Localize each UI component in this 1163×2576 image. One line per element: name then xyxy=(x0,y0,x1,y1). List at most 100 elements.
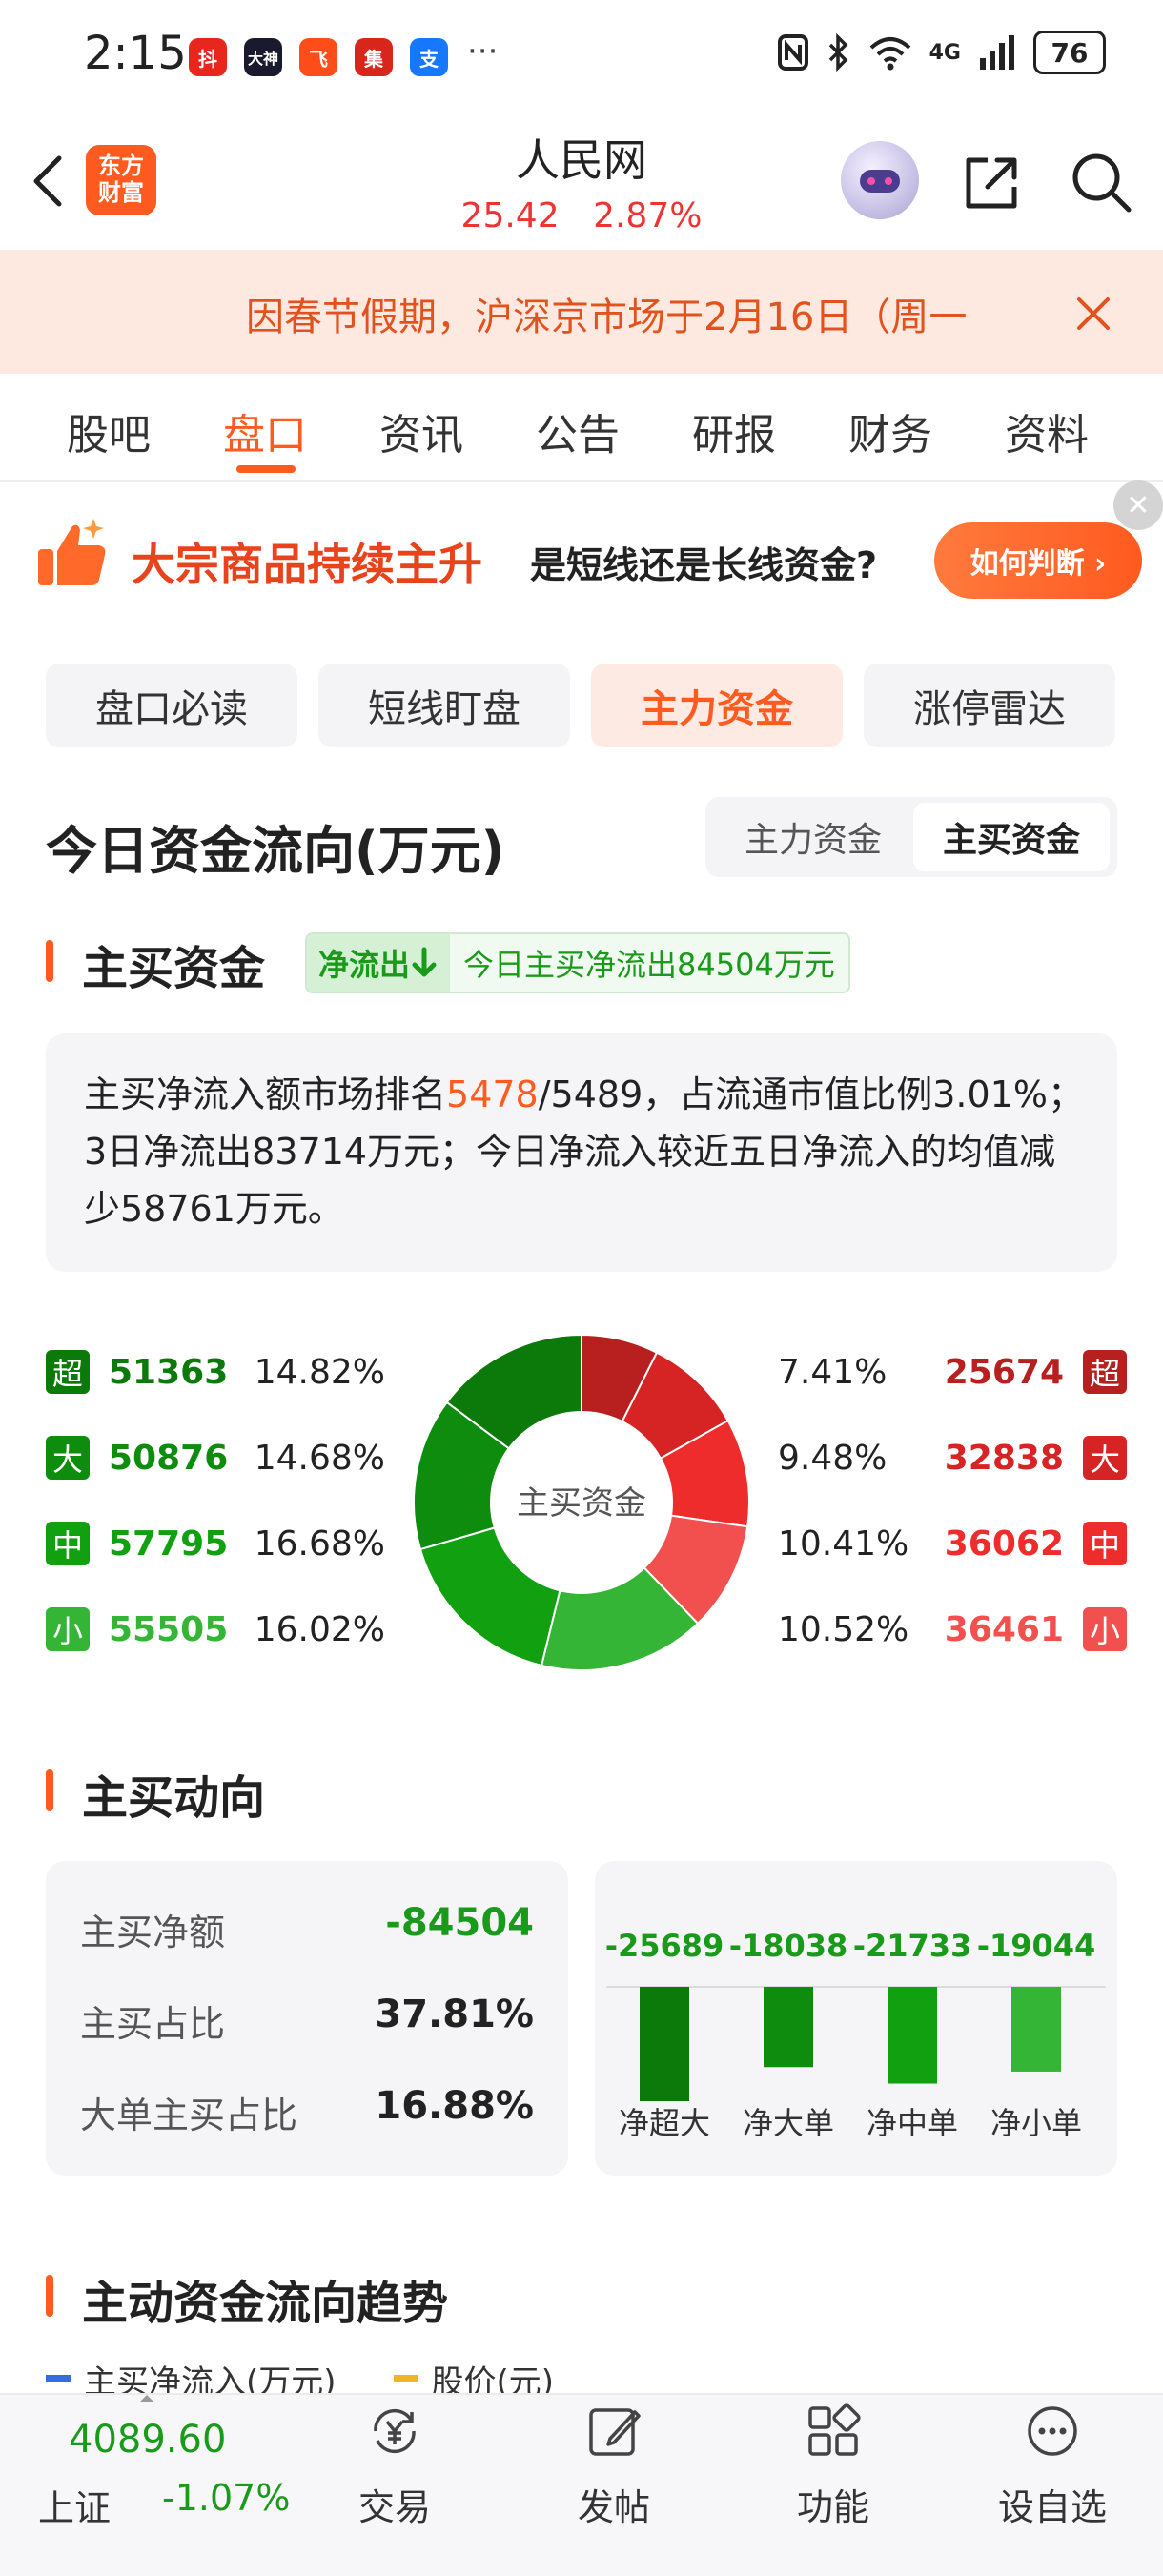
tab-research[interactable]: 研报 xyxy=(692,400,776,461)
order-size-badge: 大 xyxy=(1083,1436,1127,1480)
nav-trade[interactable]: 交易 xyxy=(318,2402,471,2530)
stat-value: 16.88% xyxy=(375,2084,534,2128)
order-size-badge: 超 xyxy=(46,1350,90,1394)
nav-post[interactable]: 发帖 xyxy=(538,2402,690,2530)
outflow-legend-row: 小 55505 16.02% xyxy=(46,1605,385,1653)
tab-indicator xyxy=(236,465,296,473)
bar-category-label: 净超大 xyxy=(619,2105,710,2141)
inflow-legend-row: 7.41% 25674 超 xyxy=(778,1348,1127,1396)
caret-up-icon xyxy=(139,2395,154,2402)
nav-add-watchlist[interactable]: 设自选 xyxy=(976,2402,1129,2530)
section-marker xyxy=(46,940,53,982)
section-marker xyxy=(46,2275,53,2317)
robot-assistant-icon[interactable] xyxy=(841,141,919,219)
battery-icon: 76 xyxy=(1033,31,1106,74)
bar-category-label: 净大单 xyxy=(743,2105,834,2141)
stat-value: 37.81% xyxy=(375,1993,534,2036)
flow-amount: 25674 xyxy=(944,1352,1064,1392)
inflow-legend-row: 10.52% 36461 小 xyxy=(778,1605,1127,1653)
bar-value-label: -21733 xyxy=(853,1928,972,1964)
net-flow-bar xyxy=(764,1987,813,2068)
toggle-main-buy-funds[interactable]: 主买资金 xyxy=(913,803,1110,871)
ad-cta-button[interactable]: 如何判断 › xyxy=(934,522,1142,599)
share-icon[interactable] xyxy=(961,153,1022,214)
outflow-legend-row: 超 51363 14.82% xyxy=(46,1348,385,1396)
net-outflow-badge: 净流出 今日主买净流出84504万元 xyxy=(305,932,850,993)
tab-announcements[interactable]: 公告 xyxy=(536,400,620,461)
tab-news[interactable]: 资讯 xyxy=(379,400,463,461)
stock-change-pct: 2.87% xyxy=(593,196,703,235)
order-size-badge: 中 xyxy=(46,1522,90,1565)
status-app-icon: 大神 xyxy=(244,38,282,76)
legend-swatch-blue xyxy=(46,2375,71,2382)
status-time: 2:15 xyxy=(84,27,187,80)
subtab-short-term[interactable]: 短线盯盘 xyxy=(318,664,570,747)
bar-value-label: -25689 xyxy=(605,1928,724,1964)
ad-subtitle: 是短线还是长线资金? xyxy=(530,544,878,586)
order-size-badge: 小 xyxy=(46,1607,90,1651)
index-name[interactable]: 上证 xyxy=(38,2479,111,2531)
flow-percent: 16.02% xyxy=(254,1609,385,1649)
flow-percent: 10.41% xyxy=(778,1523,909,1564)
subtab-must-read[interactable]: 盘口必读 xyxy=(46,664,297,747)
close-icon[interactable] xyxy=(1071,292,1115,336)
bluetooth-icon xyxy=(828,33,848,72)
flow-amount: 57795 xyxy=(109,1523,229,1564)
section-marker xyxy=(46,1769,53,1811)
status-right: 4G 76 xyxy=(777,31,1106,74)
notice-text: 因春节假期，沪深京市场于2月16日（周一 xyxy=(246,296,968,339)
index-change[interactable]: -1.07% xyxy=(162,2477,290,2519)
flow-percent: 14.68% xyxy=(254,1438,385,1478)
subtab-limit-up-radar[interactable]: 涨停雷达 xyxy=(864,664,1115,747)
status-app-icon: 集 xyxy=(355,38,393,76)
thumbs-up-icon xyxy=(38,519,106,585)
tab-finance[interactable]: 财务 xyxy=(848,400,932,461)
tab-profile[interactable]: 资料 xyxy=(1005,400,1089,461)
tab-guba[interactable]: 股吧 xyxy=(67,400,151,461)
net-flow-bar xyxy=(1011,1987,1061,2072)
net-outflow-text: 今日主买净流出84504万元 xyxy=(450,934,848,992)
order-size-badge: 超 xyxy=(1083,1350,1127,1394)
summary-part: 主买净流入额市场排名 xyxy=(84,1073,447,1115)
flow-percent: 16.68% xyxy=(254,1523,385,1564)
outflow-legend-row: 中 57795 16.68% xyxy=(46,1520,385,1567)
stat-label: 主买占比 xyxy=(80,2003,226,2045)
status-app-icon: 支 xyxy=(410,38,448,76)
inflow-legend-row: 9.48% 32838 大 xyxy=(778,1434,1127,1482)
ad-title: 大宗商品持续主升 xyxy=(132,539,482,590)
bar-value-label: -19044 xyxy=(977,1928,1096,1964)
inflow-legend-row: 10.41% 36062 中 xyxy=(778,1520,1127,1567)
tab-pankou[interactable]: 盘口 xyxy=(223,400,307,461)
status-app-icon: 飞 xyxy=(299,38,337,76)
flow-amount: 50876 xyxy=(109,1438,229,1478)
subtab-main-funds[interactable]: 主力资金 xyxy=(591,664,843,747)
ad-close-icon[interactable]: ✕ xyxy=(1113,480,1163,530)
yen-exchange-icon xyxy=(374,2408,416,2454)
nav-label: 交易 xyxy=(357,2486,431,2528)
wifi-icon xyxy=(869,37,910,71)
stat-label: 主买净额 xyxy=(80,1912,226,1953)
flow-amount: 36461 xyxy=(944,1609,1064,1649)
index-value[interactable]: 4089.60 xyxy=(69,2418,226,2462)
nav-label: 发帖 xyxy=(577,2486,650,2528)
grid-icon xyxy=(808,2403,861,2456)
signal-icon xyxy=(980,35,1014,70)
search-icon[interactable] xyxy=(1070,151,1132,214)
net-outflow-tag: 净流出 xyxy=(307,934,451,992)
status-app-icon: 抖 xyxy=(189,38,227,76)
net-flow-bar xyxy=(640,1987,689,2101)
main-buy-donut-chart: 主买资金 xyxy=(413,1333,750,1671)
order-size-badge: 大 xyxy=(46,1436,90,1480)
order-size-badge: 中 xyxy=(1083,1522,1127,1565)
legend-label: 主买净流入(万元) xyxy=(84,2364,337,2393)
trend2-heading: 主动资金流向趋势 xyxy=(82,2277,449,2330)
more-circle-icon xyxy=(1028,2406,1077,2456)
network-type: 4G xyxy=(928,40,961,65)
nav-functions[interactable]: 功能 xyxy=(757,2402,909,2530)
trend2-legend: 主买净流入(万元) 股价(元) xyxy=(46,2364,554,2393)
status-bar: 2:15 抖 大神 飞 集 支 ··· 4G 76 xyxy=(0,0,1163,114)
toggle-main-funds[interactable]: 主力资金 xyxy=(715,803,911,871)
flow-amount: 51363 xyxy=(109,1352,229,1392)
flow-amount: 32838 xyxy=(944,1438,1064,1478)
bar-value-label: -18038 xyxy=(729,1928,848,1964)
